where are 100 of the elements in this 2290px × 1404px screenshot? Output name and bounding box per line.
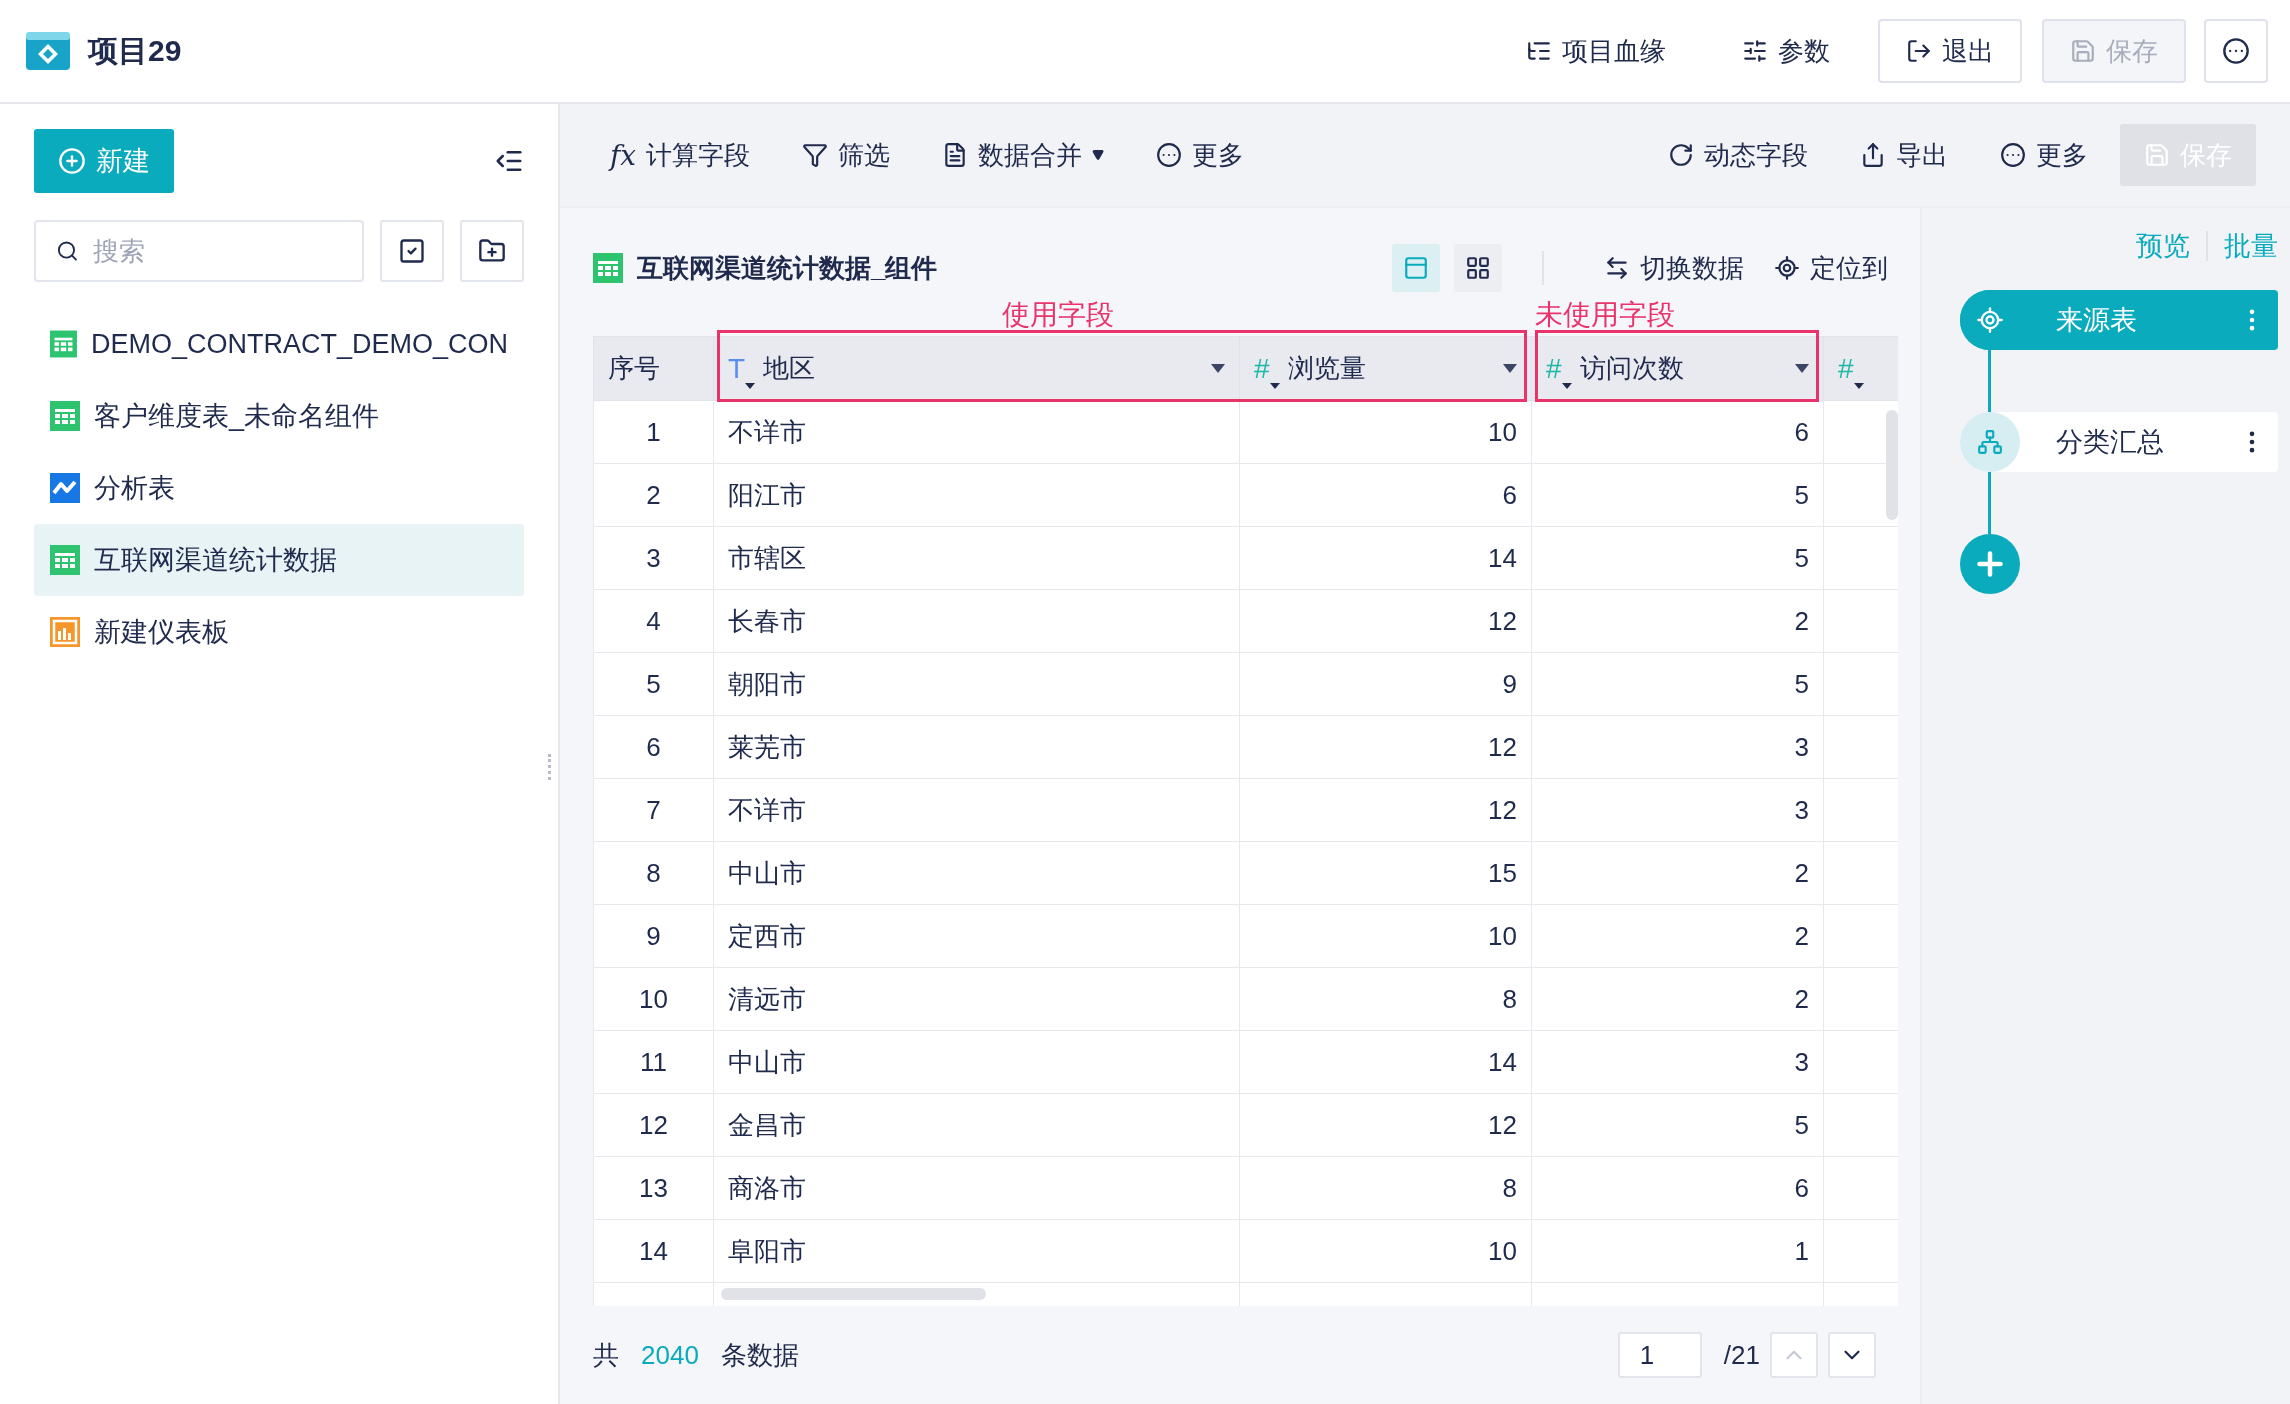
table-cell: 6 bbox=[1531, 1156, 1824, 1220]
add-step-button[interactable] bbox=[1960, 534, 2020, 594]
table-cell: 6 bbox=[1239, 463, 1532, 527]
table-icon bbox=[50, 545, 80, 575]
exit-icon bbox=[1906, 38, 1932, 64]
export-icon bbox=[1860, 142, 1886, 168]
table-cell: 13 bbox=[593, 1156, 714, 1220]
column-label: 地区 bbox=[763, 352, 816, 385]
more-icon bbox=[2222, 37, 2250, 65]
switch-data-button[interactable]: 切换数据 bbox=[1594, 250, 1754, 286]
table-cell: 14 bbox=[1239, 526, 1532, 590]
page-input[interactable]: 1 bbox=[1617, 1332, 1702, 1378]
table-cell: 1 bbox=[593, 400, 714, 464]
new-folder-button[interactable] bbox=[460, 220, 524, 282]
search-field[interactable]: 搜索 bbox=[34, 220, 364, 282]
table-cell: 14 bbox=[593, 1219, 714, 1283]
column-header[interactable]: # 访问次数 bbox=[1531, 336, 1824, 401]
table-cell: 8 bbox=[1239, 1156, 1532, 1220]
table-cell: 不详市 bbox=[713, 400, 1240, 464]
scrollbar[interactable] bbox=[1886, 410, 1898, 520]
sidebar-item[interactable]: 客户维度表_未命名组件 bbox=[34, 380, 524, 452]
folder-plus-icon bbox=[478, 237, 506, 265]
scrollbar[interactable] bbox=[721, 1288, 986, 1300]
table-cell: 5 bbox=[593, 652, 714, 716]
column-header[interactable]: # 浏览量 bbox=[1239, 336, 1532, 401]
filter-button[interactable]: 筛选 bbox=[782, 124, 911, 186]
table-cell: 3 bbox=[1531, 778, 1824, 842]
connector-line bbox=[1988, 350, 1991, 412]
page-total: /21 bbox=[1723, 1339, 1760, 1371]
bar-chart-icon bbox=[50, 617, 80, 647]
multi-select-button[interactable] bbox=[380, 220, 444, 282]
table-cell: 8 bbox=[1239, 967, 1532, 1031]
card-title: 互联网渠道统计数据_组件 bbox=[637, 251, 938, 285]
annotation-label: 未使用字段 bbox=[1535, 298, 1675, 332]
table-cell: 6 bbox=[593, 715, 714, 779]
table-icon bbox=[50, 329, 77, 359]
table-cell: 中山市 bbox=[713, 1030, 1240, 1094]
table-cell: 9 bbox=[1239, 652, 1532, 716]
table-icon bbox=[50, 401, 80, 431]
table-cell: 5 bbox=[1531, 1093, 1824, 1157]
table-cell: 12 bbox=[1239, 1093, 1532, 1157]
checkbox-icon bbox=[398, 237, 426, 265]
connector-line bbox=[1988, 472, 1991, 534]
table-cell: 2 bbox=[1531, 841, 1824, 905]
table-cell: 10 bbox=[1239, 904, 1532, 968]
node-label: 来源表 bbox=[2056, 304, 2138, 337]
save-icon bbox=[2144, 142, 2170, 168]
table-cell: 6 bbox=[1531, 400, 1824, 464]
app-logo bbox=[26, 32, 70, 70]
table-cell: 8 bbox=[593, 841, 714, 905]
table-cell: 12 bbox=[1239, 715, 1532, 779]
line-chart-icon bbox=[50, 473, 80, 503]
table-cell: 金昌市 bbox=[713, 1093, 1240, 1157]
table-cell: 11 bbox=[593, 1030, 714, 1094]
table-cell: 5 bbox=[1531, 463, 1824, 527]
export-button[interactable]: 导出 bbox=[1840, 124, 1968, 186]
sidebar-item[interactable]: DEMO_CONTRACT_DEMO_CON bbox=[34, 308, 524, 380]
table-cell: 定西市 bbox=[713, 904, 1240, 968]
more-button[interactable]: 更多 bbox=[1136, 124, 1265, 186]
table-icon bbox=[593, 253, 623, 283]
table-cell: 5 bbox=[1531, 652, 1824, 716]
more-button[interactable] bbox=[2204, 19, 2268, 83]
crosshair-icon bbox=[1774, 255, 1800, 281]
caret-icon[interactable] bbox=[1211, 364, 1225, 373]
more-button[interactable]: 更多 bbox=[1980, 124, 2108, 186]
dynamic-button[interactable]: 动态字段 bbox=[1648, 124, 1828, 186]
table-cell: 朝阳市 bbox=[713, 652, 1240, 716]
locate-button[interactable]: 定位到 bbox=[1764, 250, 1898, 286]
exit-button[interactable]: 退出 bbox=[1878, 19, 2022, 83]
function-icon: fx bbox=[610, 138, 637, 172]
table-cell: 4 bbox=[593, 589, 714, 653]
total-label: 共 bbox=[593, 1338, 619, 1372]
table-cell: 1 bbox=[1531, 1219, 1824, 1283]
sidebar-item[interactable]: 分析表 bbox=[34, 452, 524, 524]
plus-circle-icon bbox=[58, 147, 86, 175]
node-label: 分类汇总 bbox=[2056, 426, 2165, 459]
swap-icon bbox=[1604, 255, 1630, 281]
table-cell: 12 bbox=[1239, 589, 1532, 653]
sidebar-item[interactable]: 新建仪表板 bbox=[34, 596, 524, 668]
table-cell: 3 bbox=[1531, 1030, 1824, 1094]
table-cell: 2 bbox=[1531, 589, 1824, 653]
table-cell: 莱芜市 bbox=[713, 715, 1240, 779]
resize-handle[interactable] bbox=[548, 754, 552, 780]
sidebar-item[interactable]: 互联网渠道统计数据 bbox=[34, 524, 524, 596]
merge-button[interactable]: 数据合并 bbox=[922, 124, 1125, 186]
rows-icon bbox=[1403, 255, 1429, 281]
column-header[interactable]: T 地区 bbox=[713, 336, 1240, 401]
formula-button[interactable]: fx 计算字段 bbox=[590, 124, 771, 186]
caret-icon[interactable] bbox=[1795, 364, 1809, 373]
caret-icon[interactable] bbox=[1503, 364, 1517, 373]
table-cell: 5 bbox=[1531, 526, 1824, 590]
table-cell: 2 bbox=[1531, 967, 1824, 1031]
grid-view-button[interactable] bbox=[1454, 244, 1502, 292]
table-cell: 9 bbox=[593, 904, 714, 968]
table-cell: 3 bbox=[1531, 715, 1824, 779]
app-title: 项目29 bbox=[88, 32, 182, 69]
table-cell: 中山市 bbox=[713, 841, 1240, 905]
flow-node[interactable]: 分类汇总 bbox=[1960, 412, 2278, 472]
table-cell: 清远市 bbox=[713, 967, 1240, 1031]
table-cell: 3 bbox=[593, 526, 714, 590]
